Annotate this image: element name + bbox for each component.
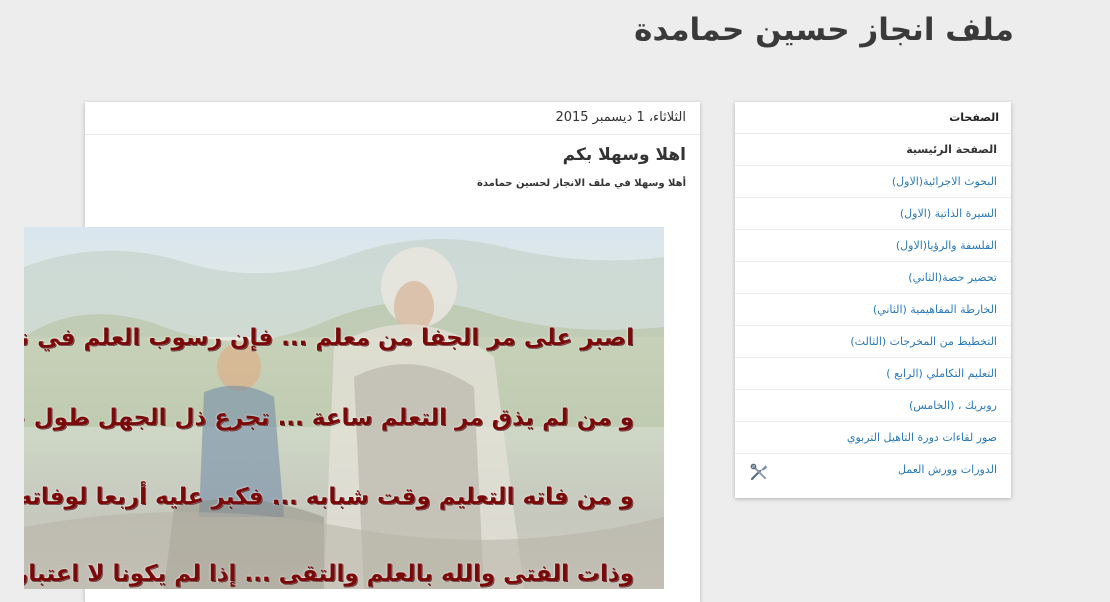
sidebar-header: الصفحات <box>735 102 1011 134</box>
sidebar-item-outcome-planning[interactable]: التخطيط من المخرجات (الثالث) <box>735 326 1011 358</box>
poem-line: وذات الفتى والله بالعلم والتقى ... إذا ل… <box>24 561 634 587</box>
sidebar-item-cv[interactable]: السيرة الذاتية (الاول) <box>735 198 1011 230</box>
poem-line: و من لم يذق مر التعلم ساعة ... تجرع ذل ا… <box>24 405 634 431</box>
blog-title[interactable]: ملف انجاز حسين حمامدة <box>634 12 1014 48</box>
post-body-text: أهلا وسهلا في ملف الانجاز لحسين حمامدة <box>476 178 686 189</box>
post-title[interactable]: اهلا وسهلا بكم <box>85 135 700 165</box>
sidebar-list: الصفحة الرئيسية البحوث الاجرائية(الاول) … <box>735 134 1011 485</box>
sidebar-item-label: الدورات وورش العمل <box>898 463 997 476</box>
poem-line: اصبر على مر الجفا من معلم ... فإن رسوب ا… <box>24 325 634 351</box>
pages-sidebar: الصفحات الصفحة الرئيسية البحوث الاجرائية… <box>735 102 1011 498</box>
tools-icon[interactable] <box>749 462 769 482</box>
sidebar-item-home[interactable]: الصفحة الرئيسية <box>735 134 1011 166</box>
sidebar-item-rubric[interactable]: روبريك ، (الخامس) <box>735 390 1011 422</box>
sidebar-item-concept-map[interactable]: الخارطة المفاهيمية (الثاني) <box>735 294 1011 326</box>
sidebar-item-lesson-prep[interactable]: تحضير حصة(الثاني) <box>735 262 1011 294</box>
sidebar-item-philosophy[interactable]: الفلسفة والرؤيا(الاول) <box>735 230 1011 262</box>
sidebar-item-integrated-learning[interactable]: التعليم التكاملي (الرابع ) <box>735 358 1011 390</box>
sidebar-item-action-research[interactable]: البحوث الاجرائية(الاول) <box>735 166 1011 198</box>
post-date: الثلاثاء، 1 ديسمبر 2015 <box>85 102 700 135</box>
sidebar-item-courses[interactable]: الدورات وورش العمل <box>735 454 1011 485</box>
poem-image: اصبر على مر الجفا من معلم ... فإن رسوب ا… <box>24 227 664 589</box>
sidebar-item-workshop-photos[interactable]: صور لقاءات دورة التاهيل التربوي <box>735 422 1011 454</box>
poem-line: و من فاته التعليم وقت شبابه ... فكبر علي… <box>24 484 634 510</box>
